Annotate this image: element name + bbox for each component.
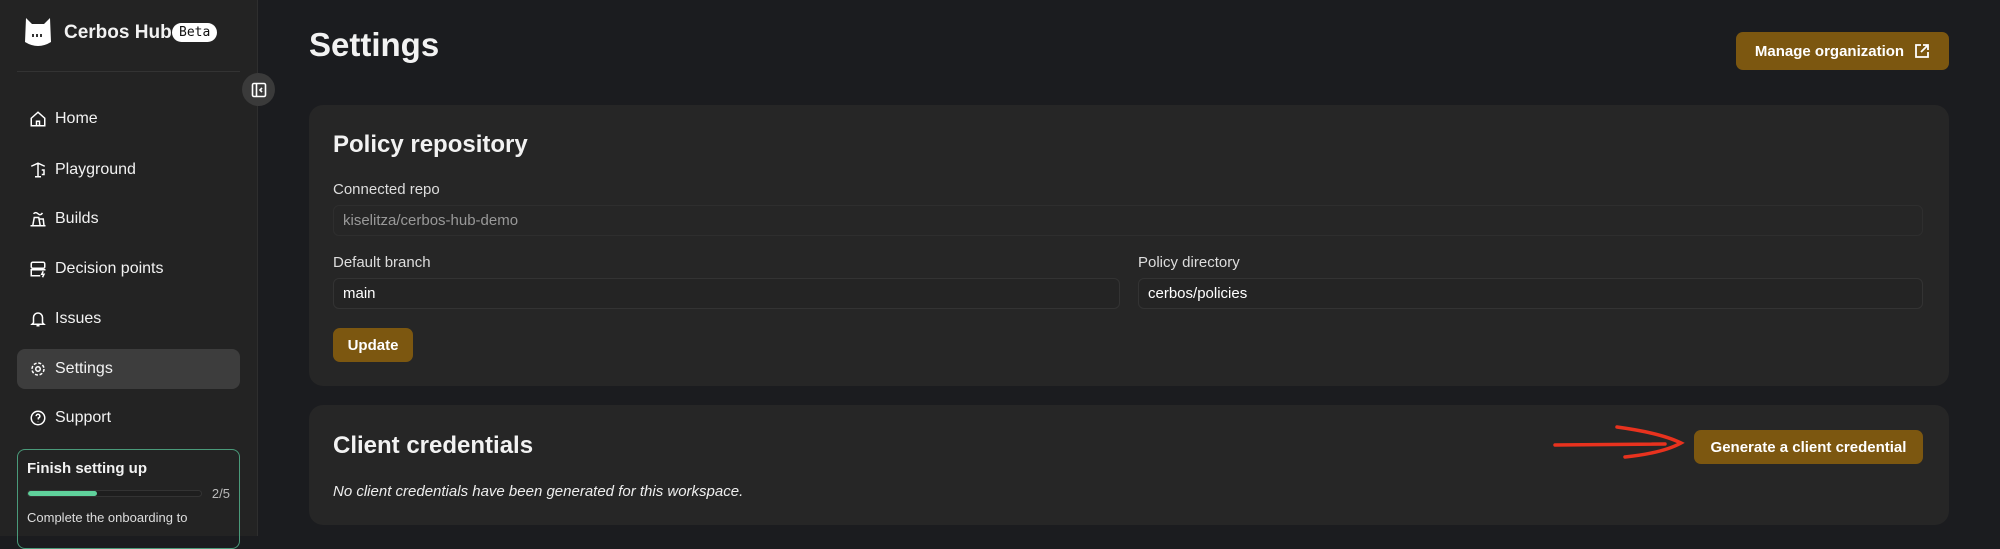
section-title: Client credentials — [333, 432, 534, 459]
sidebar: Cerbos Hub Beta Home Playground Builds D… — [0, 0, 258, 549]
divider — [17, 71, 240, 72]
policy-directory-label: Policy directory — [1138, 254, 1240, 271]
sidebar-item-settings[interactable]: Settings — [17, 349, 240, 389]
playground-icon — [30, 162, 46, 178]
sidebar-item-label: Playground — [55, 161, 136, 178]
manage-organization-button[interactable]: Manage organization — [1736, 32, 1949, 70]
cerbos-logo-icon — [25, 18, 51, 46]
sidebar-item-label: Support — [55, 409, 112, 426]
beta-badge: Beta — [172, 23, 218, 42]
sidebar-collapse-icon — [251, 82, 266, 97]
default-branch-label: Default branch — [333, 254, 431, 271]
onboarding-card[interactable]: Finish setting up 2/5 Complete the onboa… — [17, 449, 240, 549]
policy-repository-card: Policy repository Connected repo kiselit… — [309, 105, 1949, 386]
policy-directory-input[interactable]: cerbos/policies — [1138, 278, 1923, 309]
progress-fill — [28, 491, 98, 496]
sidebar-item-support[interactable]: Support — [17, 398, 240, 438]
sidebar-item-builds[interactable]: Builds — [17, 199, 240, 239]
sidebar-item-label: Builds — [55, 210, 99, 227]
collapse-sidebar-button[interactable] — [242, 73, 275, 106]
onboarding-title: Finish setting up — [27, 460, 147, 477]
external-link-icon — [1915, 44, 1929, 58]
server-icon — [30, 261, 46, 278]
sidebar-item-home[interactable]: Home — [17, 99, 240, 139]
client-credentials-card: Client credentials Generate a client cre… — [309, 405, 1949, 525]
builds-icon — [30, 211, 46, 227]
sidebar-item-playground[interactable]: Playground — [17, 150, 240, 190]
connected-repo-label: Connected repo — [333, 181, 440, 198]
sidebar-item-label: Settings — [55, 360, 113, 377]
update-button[interactable]: Update — [333, 328, 413, 362]
generate-client-credential-button[interactable]: Generate a client credential — [1694, 430, 1923, 464]
onboarding-count: 2/5 — [211, 486, 230, 501]
empty-state-text: No client credentials have been generate… — [333, 483, 744, 500]
gear-icon — [31, 362, 45, 376]
onboarding-text: Complete the onboarding to — [27, 510, 188, 525]
onboarding-progress — [27, 490, 202, 497]
connected-repo-field[interactable]: kiselitza/cerbos-hub-demo — [333, 205, 1923, 236]
sidebar-item-label: Issues — [55, 310, 102, 327]
bell-icon — [30, 312, 46, 327]
page-title: Settings — [309, 26, 440, 63]
section-title: Policy repository — [333, 131, 528, 158]
help-circle-icon — [30, 410, 46, 426]
manage-organization-label: Manage organization — [1754, 42, 1905, 60]
sidebar-item-label: Home — [55, 110, 98, 127]
default-branch-input[interactable]: main — [333, 278, 1120, 309]
sidebar-item-label: Decision points — [55, 260, 164, 277]
sidebar-item-decision-points[interactable]: Decision points — [17, 249, 240, 289]
home-icon — [30, 111, 46, 127]
annotation-arrow-icon — [1553, 425, 1685, 459]
brand-name: Cerbos Hub — [64, 22, 172, 43]
sidebar-item-issues[interactable]: Issues — [17, 299, 240, 339]
